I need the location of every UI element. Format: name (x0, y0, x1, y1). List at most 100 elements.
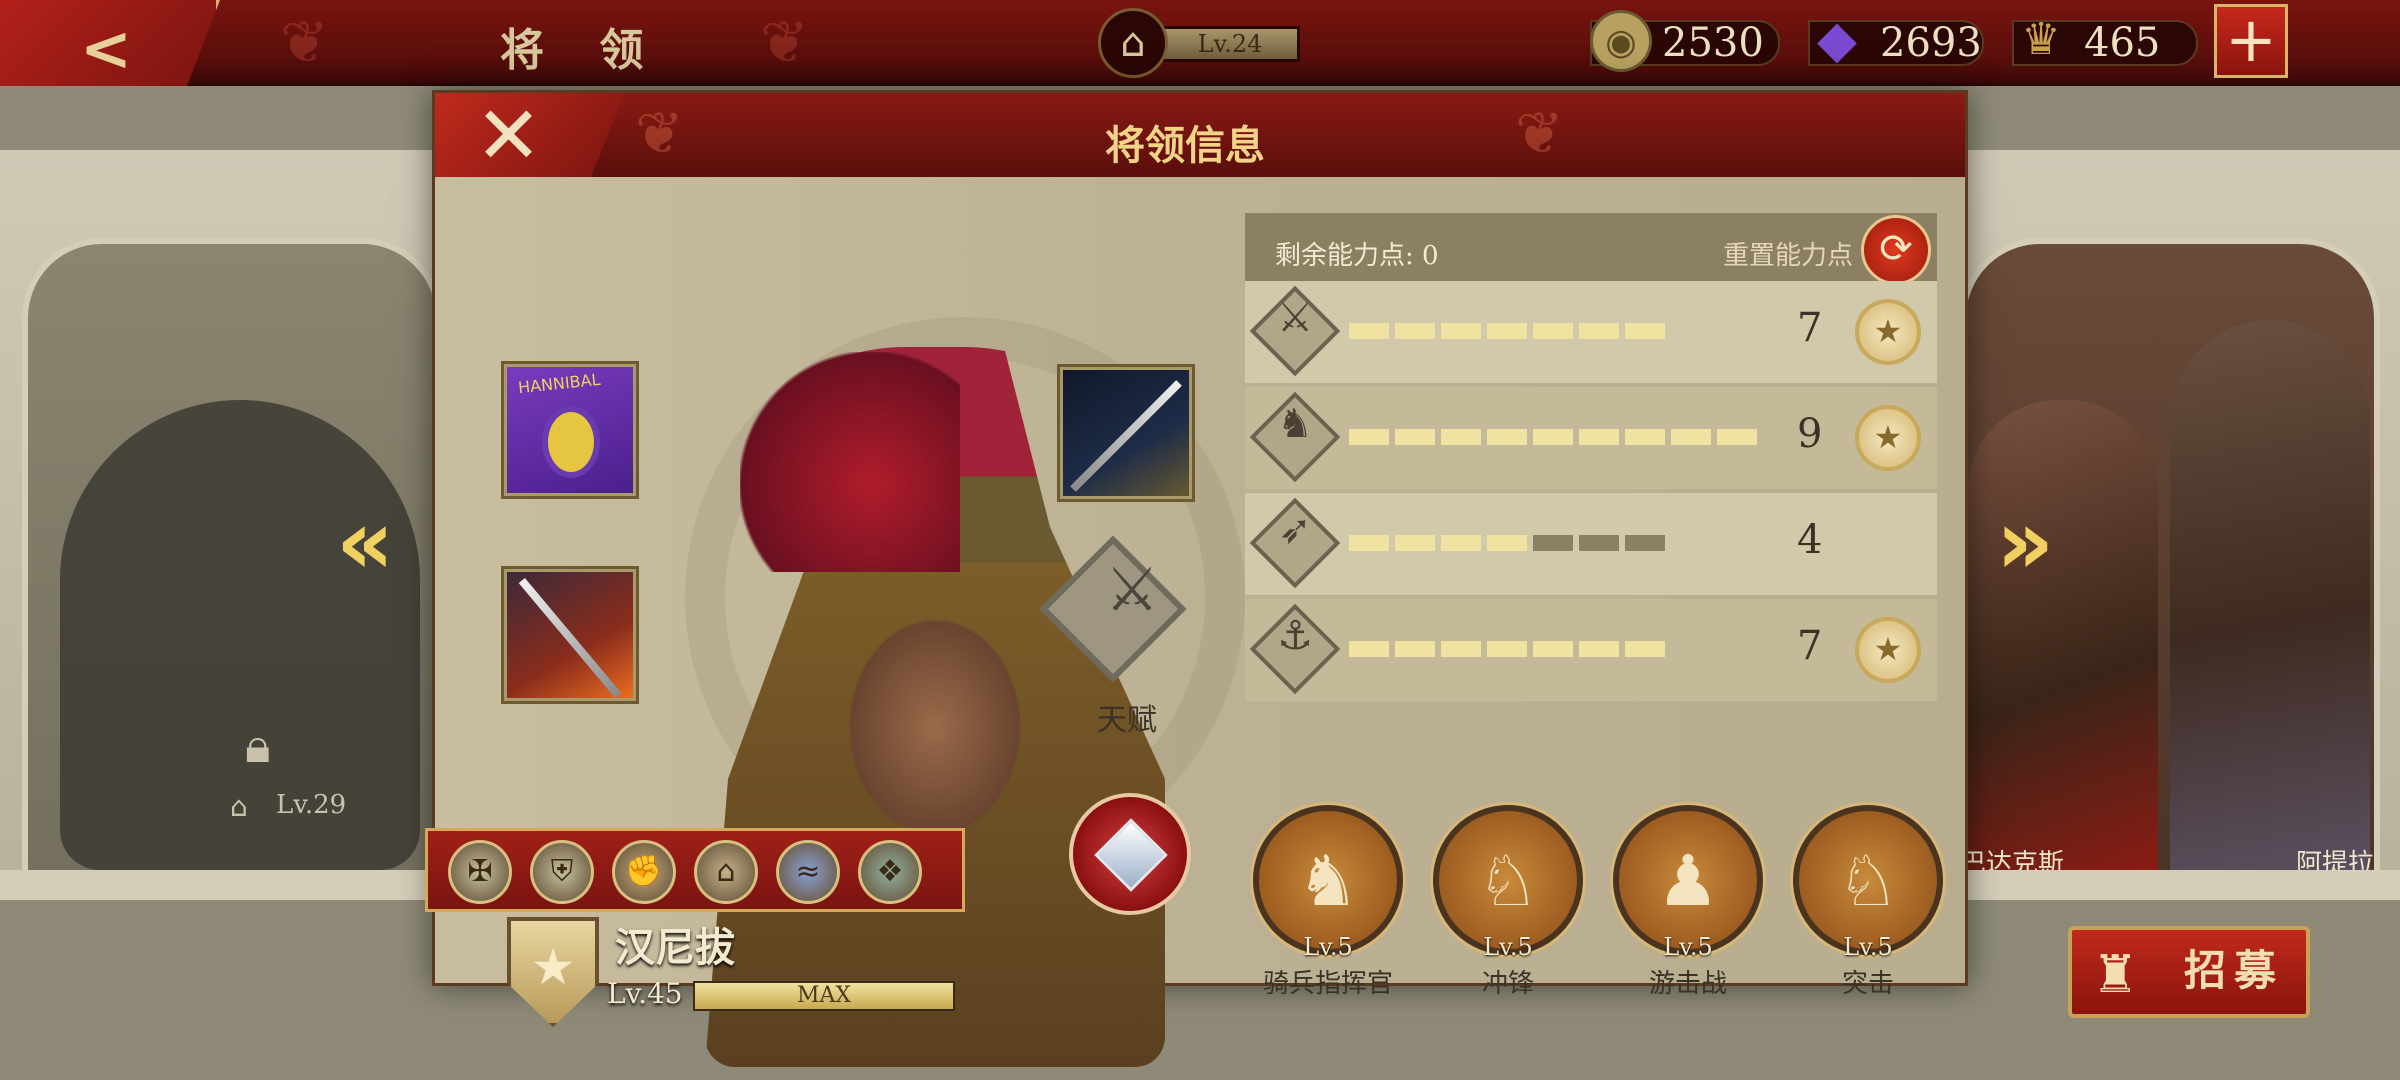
general-portrait-spartacus[interactable] (1968, 400, 2158, 870)
modal-body: HANNIBAL ⚔ 天赋 ✠ ⛨ ✊ ⌂ ≈ ❖ ★ 汉尼拔 Lv.45 MA… (425, 177, 1965, 1067)
skill-name: 冲锋 (1481, 969, 1534, 999)
stat-bar-segment (1487, 323, 1527, 339)
stat-bar-segment (1395, 641, 1435, 657)
weapon-equipment-slot-gladius[interactable] (1057, 364, 1195, 502)
stat-value: 7 (1797, 305, 1823, 351)
stat-bar-segment (1625, 323, 1665, 339)
stat-bar-segment (1487, 535, 1527, 551)
stat-bar-segment (1487, 429, 1527, 445)
close-button[interactable]: ✕ (435, 93, 625, 177)
shield-badge-icon[interactable]: ⛨ (530, 840, 594, 904)
stat-bar-segment (1349, 641, 1389, 657)
weapon-equipment-slot-fire-sword[interactable] (501, 566, 639, 704)
diamond-icon (1094, 818, 1168, 892)
anchor-icon: ⚓ (1277, 613, 1313, 659)
stat-value: 4 (1797, 517, 1823, 563)
temple-icon: ⌂ (230, 790, 248, 823)
city-level-badge: Lv.24 (1160, 26, 1300, 62)
helmet-crest (740, 352, 960, 572)
reset-points-label: 重置能力点 (1723, 241, 1854, 271)
trait-badges-strip: ✠ ⛨ ✊ ⌂ ≈ ❖ (425, 828, 965, 912)
remaining-points-label: 剩余能力点: 0 (1275, 241, 1439, 271)
star-laurel-icon[interactable]: ★ (1855, 617, 1921, 683)
stat-bar-segment (1625, 429, 1665, 445)
temple-icon[interactable]: ⌂ (1098, 8, 1168, 78)
scarab-badge-icon[interactable]: ❖ (858, 840, 922, 904)
banner-equipment-slot[interactable]: HANNIBAL (501, 361, 639, 499)
stat-bar-segment (1441, 641, 1481, 657)
general-portrait-attila[interactable] (2170, 320, 2370, 870)
laurel-icon: ❦ (280, 8, 329, 76)
coin-value: 2530 (1662, 20, 1764, 66)
stat-bar-segment (1441, 429, 1481, 445)
stat-value: 7 (1797, 623, 1823, 669)
stat-row: ⚓ 7 ★ (1245, 599, 1937, 701)
stat-bar-segment (1533, 641, 1573, 657)
refresh-icon: ⟳ (1879, 226, 1913, 272)
temple-badge-icon[interactable]: ⌂ (694, 840, 758, 904)
star-laurel-icon[interactable]: ★ (1855, 405, 1921, 471)
stat-progress-bar (1349, 323, 1665, 339)
next-general-arrow-icon[interactable]: » (1996, 490, 2054, 595)
gladius-icon (1070, 380, 1182, 492)
skill-name: 游击战 (1648, 969, 1727, 999)
stat-bar-segment (1349, 323, 1389, 339)
stat-progress-bar (1349, 535, 1665, 551)
stat-bar-segment (1395, 429, 1435, 445)
eagle-badge-icon[interactable]: ✠ (448, 840, 512, 904)
locked-level-label: Lv.29 (276, 790, 347, 820)
recruit-label: 招募 (2184, 946, 2285, 995)
skill-name: 突击 (1841, 969, 1894, 999)
bow-icon: ➶ (1278, 507, 1312, 553)
star-laurel-icon[interactable]: ★ (1855, 299, 1921, 365)
stat-bar-segment (1671, 429, 1711, 445)
skill-level: Lv.5 (1303, 933, 1353, 961)
horse-icon: ♞ (1277, 401, 1313, 447)
general-info-modal: ✕ ❦ 将领信息 ❦ HANNIBAL ⚔ 天赋 ✠ ⛨ ✊ ⌂ ≈ ❖ ★ 汉… (425, 90, 1968, 1067)
general-level: Lv.45 (607, 977, 683, 1010)
banner-text: HANNIBAL (517, 369, 602, 398)
chevron-left-icon: < (80, 12, 132, 85)
wave-badge-icon[interactable]: ≈ (776, 840, 840, 904)
sword-icon: ⚔ (1277, 295, 1313, 341)
stat-bar-segment (1487, 641, 1527, 657)
close-icon: ✕ (475, 89, 543, 182)
skill-name: 骑兵指挥官 (1262, 969, 1393, 999)
purple-gem-icon: ◆ (1817, 10, 1857, 70)
reset-points-button[interactable]: ⟳ (1861, 215, 1931, 285)
spqr-eagle-icon: ♛ (2021, 14, 2061, 65)
back-button[interactable]: < (0, 0, 220, 86)
general-name: 汉尼拔 (615, 924, 735, 971)
fire-sword-icon (518, 577, 622, 699)
stat-row: ➶ 4 (1245, 493, 1937, 595)
stat-bar-segment (1625, 641, 1665, 657)
stat-bar-segment (1579, 323, 1619, 339)
stat-progress-bar (1349, 641, 1665, 657)
add-resource-button[interactable]: + (2214, 4, 2288, 78)
skill-level: Lv.5 (1483, 933, 1533, 961)
star-rank-shield-icon: ★ (507, 917, 599, 1027)
laurel-icon: ❦ (1515, 99, 1564, 167)
level-progress-bar: MAX (693, 981, 955, 1011)
stat-bar-segment (1533, 429, 1573, 445)
gem-upgrade-button[interactable] (1069, 793, 1191, 915)
stat-bar-segment (1579, 535, 1619, 551)
stat-value: 9 (1797, 411, 1823, 457)
talent-label: 天赋 (1097, 703, 1157, 738)
stat-bar-segment (1625, 535, 1665, 551)
stat-bar-segment (1349, 429, 1389, 445)
skill-level: Lv.5 (1663, 933, 1713, 961)
banner-medal-icon (542, 406, 600, 478)
stat-bar-segment (1533, 323, 1573, 339)
helmet-plus-icon: ♜ (2092, 945, 2139, 1005)
stat-bar-segment (1579, 641, 1619, 657)
stat-bar-segment (1349, 535, 1389, 551)
previous-general-arrow-icon[interactable]: « (336, 490, 394, 595)
recruit-button[interactable]: ♜ 招募 (2068, 926, 2310, 1018)
fist-badge-icon[interactable]: ✊ (612, 840, 676, 904)
spqr-value: 465 (2084, 20, 2161, 66)
coin-icon: ◉ (1590, 10, 1652, 72)
stat-row: ⚔ 7 ★ (1245, 281, 1937, 383)
gem-value: 2693 (1880, 20, 1982, 66)
modal-header: ✕ ❦ 将领信息 ❦ (435, 93, 1965, 177)
